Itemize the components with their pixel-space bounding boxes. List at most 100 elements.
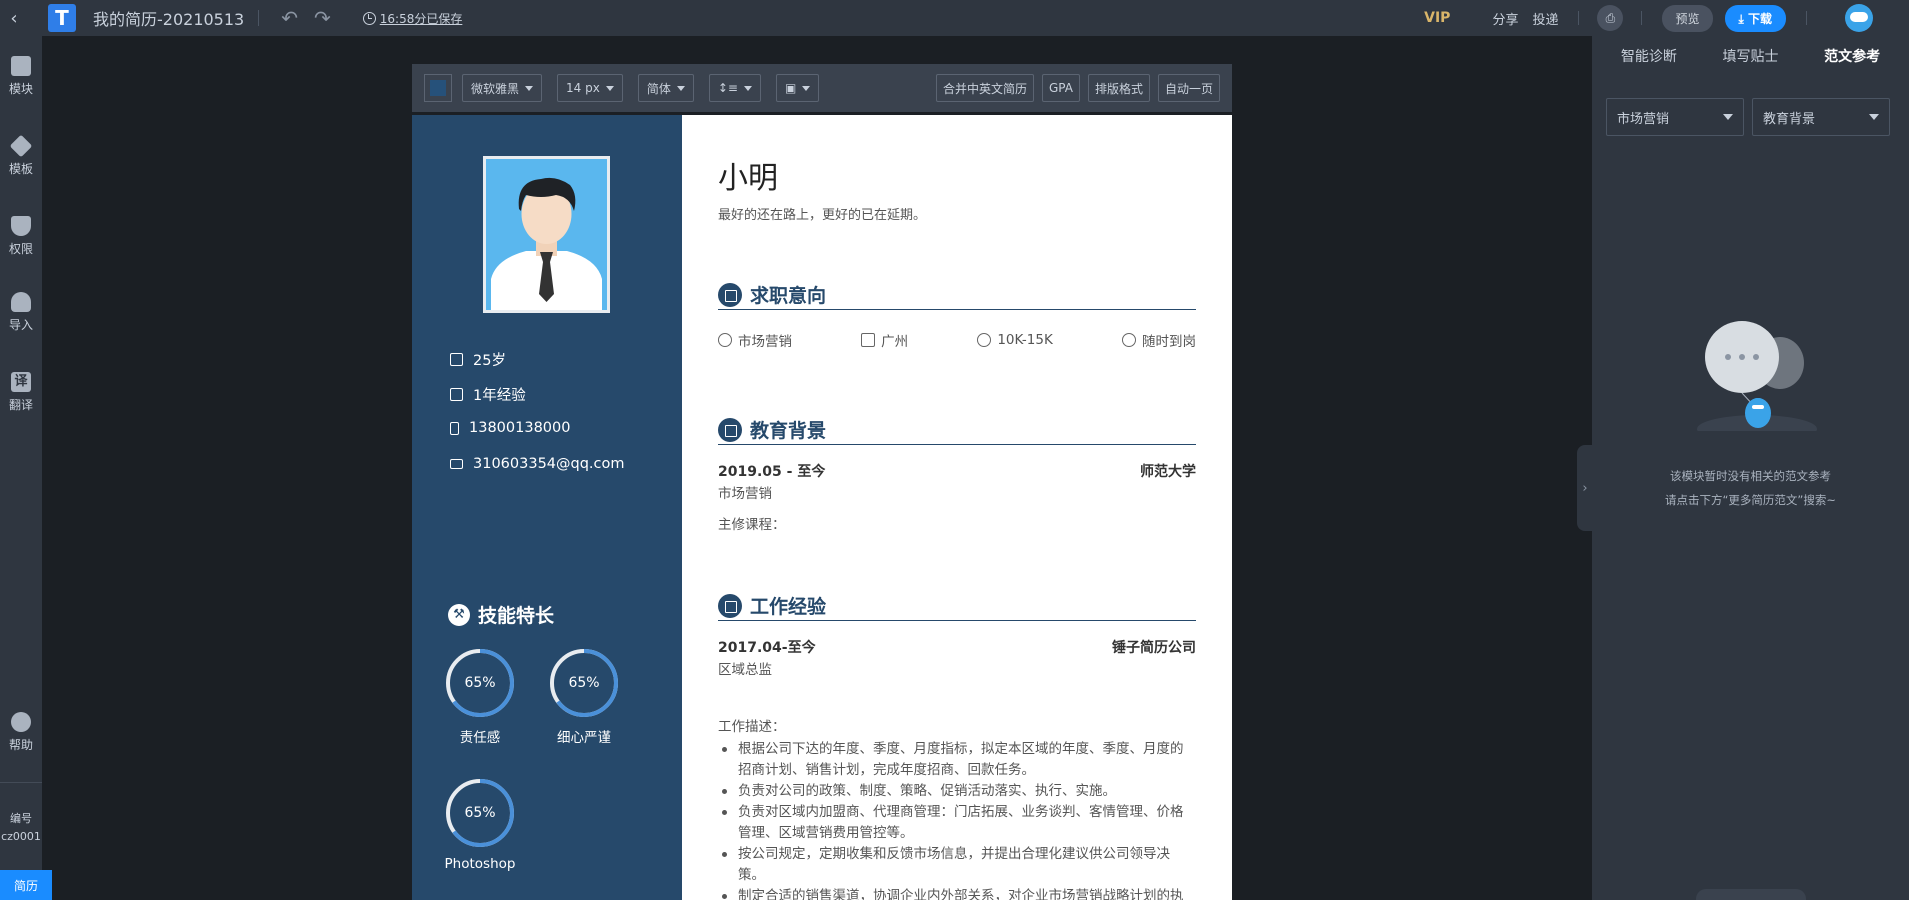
phone-row: 13800138000: [450, 420, 570, 436]
yen-icon: [977, 333, 992, 347]
line-height-select[interactable]: ↕≡: [708, 74, 761, 102]
template-code-value: cz0001: [1, 830, 41, 843]
more-samples-button[interactable]: [1696, 889, 1806, 900]
empty-state-line: 该模块暂时没有相关的范文参考: [1670, 469, 1831, 483]
vip-icon[interactable]: VIP: [1424, 10, 1450, 26]
print-icon[interactable]: ⎙: [1597, 5, 1624, 31]
sidebar-item-import[interactable]: 导入: [0, 292, 42, 333]
divider: [0, 782, 42, 783]
template-code: 编号 cz0001: [0, 810, 42, 846]
sample-filters: 市场营销 教育背景: [1592, 98, 1909, 136]
help-icon: [11, 712, 31, 732]
candidate-motto[interactable]: 最好的还在路上，更好的已在延期。: [718, 204, 926, 223]
margin-icon: ▣: [784, 81, 797, 95]
tab-diagnosis[interactable]: 智能诊断: [1621, 46, 1677, 66]
empty-state-line: 请点击下方“更多简历范文”搜索~: [1664, 493, 1837, 507]
intent-city[interactable]: 广州: [861, 330, 908, 350]
candidate-name[interactable]: 小明: [718, 153, 778, 197]
save-status-text: 16:58分已保存: [379, 11, 463, 26]
download-button[interactable]: ⤓ 下载: [1724, 4, 1786, 32]
theme-color-picker[interactable]: [424, 74, 452, 102]
list-item: 根据公司下达的年度、季度、月度指标，拟定本区域的年度、季度、月度的招商计划、销售…: [718, 739, 1196, 781]
margin-select[interactable]: ▣: [775, 74, 820, 102]
merge-cn-en-button[interactable]: 合并中英文简历: [935, 74, 1034, 102]
gpa-button[interactable]: GPA: [1041, 74, 1080, 102]
sidebar-item-label: 权限: [8, 242, 33, 256]
topbar-actions: VIP 分享 投递 ⎙ 预览 ⤓ 下载: [1424, 0, 1909, 36]
tab-samples[interactable]: 范文参考: [1824, 46, 1880, 66]
industry-select[interactable]: 市场营销: [1606, 98, 1744, 136]
caret-down-icon: [1869, 114, 1879, 120]
resume-sidebar: 25岁 1年经验 13800138000 310603354@qq.com ⚒ …: [412, 115, 682, 900]
script-select[interactable]: 简体: [637, 74, 694, 102]
phone-text[interactable]: 13800138000: [469, 420, 570, 436]
right-panel-tabs: 智能诊断 填写贴士 范文参考: [1592, 36, 1909, 76]
work-description-label: 工作描述：: [718, 719, 786, 735]
sidebar-item-translate[interactable]: 译 翻译: [0, 372, 42, 413]
email-row: 310603354@qq.com: [450, 456, 625, 472]
clock-icon: [362, 11, 376, 25]
sidebar-item-label: 模块: [8, 82, 33, 96]
work-role[interactable]: 区域总监: [718, 658, 772, 678]
education-courses[interactable]: 主修课程：: [718, 513, 786, 533]
work-row[interactable]: 2017.04-至今 锤子简历公司: [718, 637, 1196, 657]
intent-salary[interactable]: 10K-15K: [977, 330, 1053, 350]
section-title-work[interactable]: 工作经验: [718, 591, 1196, 621]
format-button[interactable]: 排版格式: [1087, 74, 1150, 102]
document-icon: [450, 388, 463, 401]
font-size-select[interactable]: 14 px: [557, 74, 623, 102]
tab-tips[interactable]: 填写贴士: [1722, 46, 1778, 66]
skill-item[interactable]: 65% Photoshop: [440, 778, 520, 872]
work-period: 2017.04-至今: [718, 640, 816, 656]
editor-toolbar: 微软雅黑 14 px 简体 ↕≡ ▣ 合并中英文简历 GPA 排版格式 自动一页: [412, 64, 1232, 112]
email-text[interactable]: 310603354@qq.com: [473, 456, 625, 472]
module-select[interactable]: 教育背景: [1752, 98, 1890, 136]
experience-text[interactable]: 1年经验: [473, 384, 526, 405]
intent-availability-text: 随时到岗: [1142, 334, 1196, 350]
work-description[interactable]: 工作描述： 根据公司下达的年度、季度、月度指标，拟定本区域的年度、季度、月度的招…: [718, 717, 1196, 900]
sidebar-item-label: 帮助: [8, 738, 33, 752]
sidebar-item-modules[interactable]: 模块: [0, 56, 42, 97]
profile-photo[interactable]: [483, 156, 610, 313]
section-title-intent[interactable]: 求职意向: [718, 280, 1196, 310]
section-title-text: 教育背景: [750, 420, 827, 442]
undo-icon[interactable]: ↶: [281, 6, 298, 30]
sidebar-item-label: 模板: [8, 162, 33, 176]
intent-position[interactable]: 市场营销: [718, 330, 792, 350]
sidebar-item-templates[interactable]: 模板: [0, 134, 42, 177]
skill-item[interactable]: 65% 细心严谨: [544, 648, 624, 746]
cloud-upload-icon: [11, 292, 31, 312]
job-intent-row: 市场营销 广州 10K-15K 随时到岗: [718, 330, 1196, 350]
section-title-education[interactable]: 教育背景: [718, 415, 1196, 445]
share-link[interactable]: 分享: [1492, 9, 1518, 28]
theme-color-swatch: [430, 80, 446, 96]
save-status[interactable]: 16:58分已保存: [362, 10, 463, 27]
skills-title-text: 技能特长: [478, 605, 555, 627]
intent-availability[interactable]: 随时到岗: [1122, 330, 1196, 350]
layers-icon: [9, 134, 33, 158]
skill-item[interactable]: 65% 责任感: [440, 648, 520, 746]
sidebar-item-permissions[interactable]: 权限: [0, 216, 42, 257]
redo-icon[interactable]: ↷: [314, 6, 331, 30]
document-title[interactable]: 我的简历-20210513: [93, 6, 244, 30]
sidebar-item-help[interactable]: 帮助: [0, 712, 42, 753]
caret-down-icon: [525, 85, 534, 91]
age-text[interactable]: 25岁: [473, 349, 506, 370]
back-icon[interactable]: ‹: [2, 0, 26, 36]
preview-button[interactable]: 预览: [1662, 4, 1713, 32]
tab-resume[interactable]: 简历: [0, 870, 52, 900]
auto-one-page-button[interactable]: 自动一页: [1157, 74, 1220, 102]
font-family-select[interactable]: 微软雅黑: [462, 74, 543, 102]
collapse-panel-handle[interactable]: ›: [1577, 445, 1593, 531]
list-item: 负责对公司的政策、制度、策略、促销活动落实、执行、实施。: [718, 781, 1196, 802]
skills-heading[interactable]: ⚒ 技能特长: [448, 601, 554, 628]
user-avatar[interactable]: [1845, 4, 1873, 32]
education-major[interactable]: 市场营销: [718, 482, 772, 502]
top-bar: ‹ T 我的简历-20210513 ↶ ↷ 16:58分已保存 VIP 分享 投…: [0, 0, 1909, 36]
skill-name: 责任感: [459, 730, 501, 746]
app-logo[interactable]: T: [48, 4, 76, 32]
deliver-link[interactable]: 投递: [1532, 9, 1558, 28]
sidebar-item-label: 导入: [8, 318, 33, 332]
translate-icon: 译: [11, 372, 31, 392]
education-row[interactable]: 2019.05 - 至今 师范大学: [718, 461, 1196, 481]
